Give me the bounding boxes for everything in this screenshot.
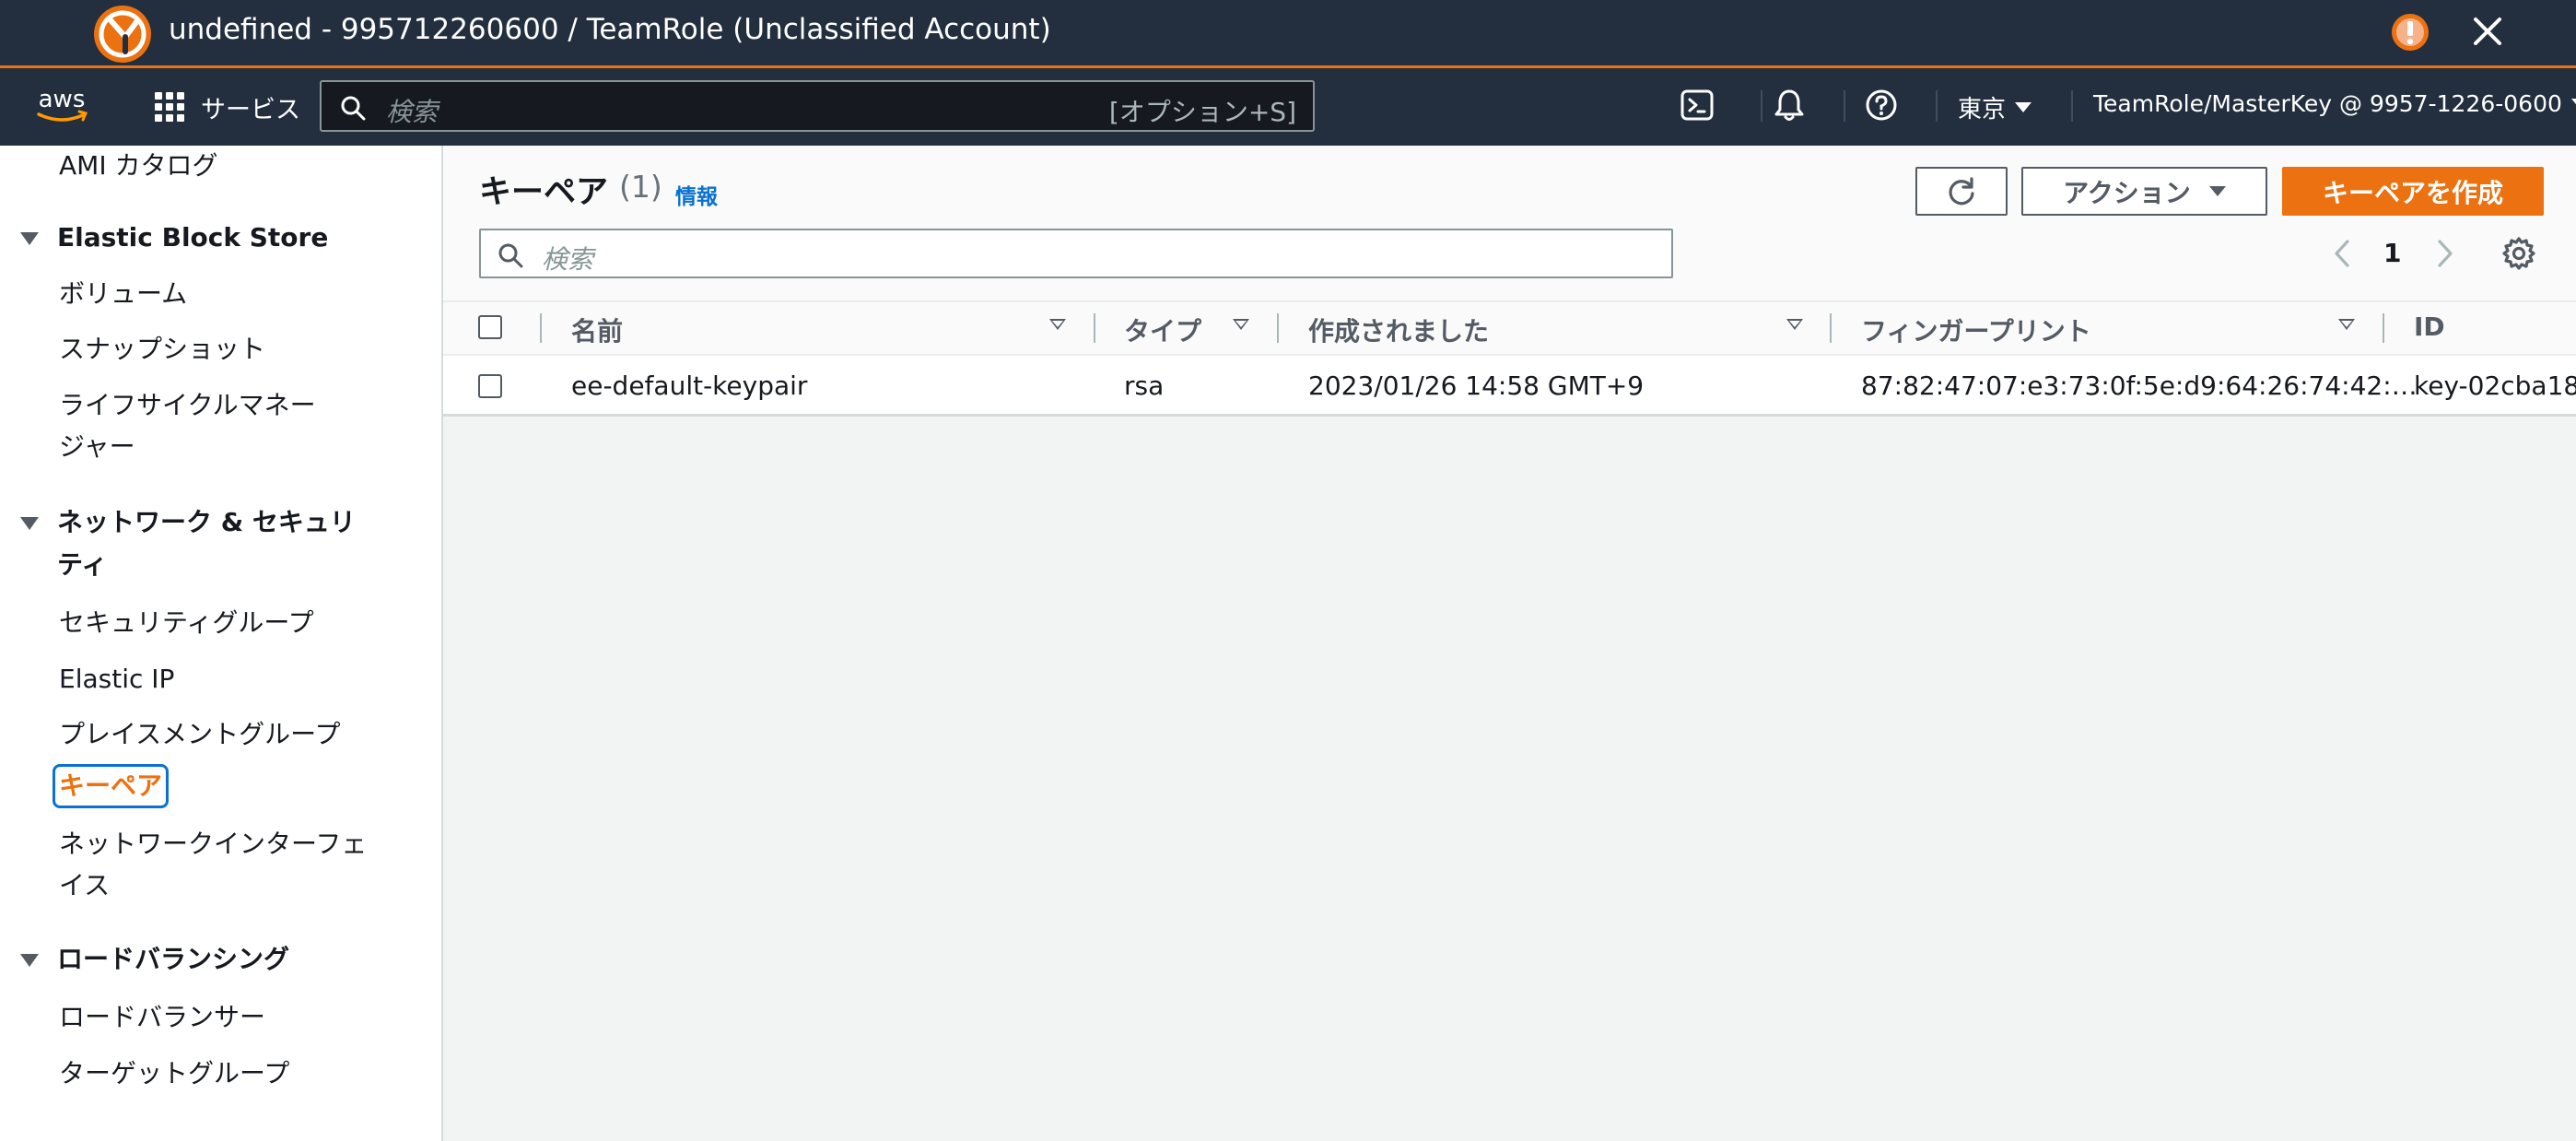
collapse-triangle-icon[interactable]: [20, 954, 39, 967]
sidebar-item-snapshots[interactable]: スナップショット: [59, 329, 265, 370]
cell-id: key-02cba185: [2414, 371, 2576, 401]
account-label: TeamRole/MasterKey @ 9957-1226-0600: [2093, 90, 2562, 117]
cell-type: rsa: [1124, 371, 1165, 401]
column-divider[interactable]: [1277, 313, 1279, 343]
cell-fingerprint: 87:82:47:07:e3:73:0f:5e:d9:64:26:74:42:…: [1861, 371, 2418, 401]
refresh-icon: [1949, 176, 1974, 205]
column-divider[interactable]: [1830, 313, 1832, 343]
nav-divider: [1844, 90, 1845, 122]
column-divider: [540, 313, 542, 343]
create-key-pair-button[interactable]: キーペアを作成: [2282, 167, 2544, 216]
chevron-left-icon[interactable]: [2331, 238, 2353, 269]
info-link[interactable]: 情報: [675, 179, 718, 210]
aws-logo[interactable]: aws: [31, 85, 92, 127]
sidebar-item-volumes[interactable]: ボリューム: [59, 274, 187, 314]
column-header-created[interactable]: 作成されました: [1308, 312, 1489, 348]
cloudshell-icon[interactable]: [1679, 87, 1715, 124]
nav-divider: [2071, 90, 2073, 122]
sidebar-item-target-groups[interactable]: ターゲットグループ: [59, 1053, 289, 1094]
sidebar-section-network-security[interactable]: ネットワーク & セキュリ: [57, 502, 356, 543]
filter-placeholder: 検索: [542, 244, 594, 275]
gear-icon[interactable]: [2501, 236, 2536, 271]
sidebar-item-lifecycle-manager-line2[interactable]: ジャー: [59, 427, 135, 467]
app-logo-icon: [94, 6, 151, 63]
services-menu[interactable]: サービス: [155, 87, 300, 127]
sidebar-item-load-balancers[interactable]: ロードバランサー: [59, 997, 265, 1038]
sidebar-item-placement-groups[interactable]: プレイスメントグループ: [59, 714, 340, 755]
item-count: (1): [619, 169, 662, 205]
alert-icon[interactable]: [2391, 13, 2430, 52]
sidebar-item-network-interfaces-line2[interactable]: イス: [59, 865, 110, 906]
search-icon: [498, 243, 523, 268]
create-key-pair-label: キーペアを作成: [2322, 177, 2503, 208]
search-placeholder: 検索: [386, 97, 439, 127]
close-icon[interactable]: [2471, 15, 2504, 48]
page-title: キーペア: [479, 174, 609, 211]
chevron-down-icon: [2015, 102, 2032, 112]
nav-divider: [1936, 90, 1938, 122]
sidebar-section-network-security-line2[interactable]: ティ: [57, 545, 107, 585]
column-header-id[interactable]: ID: [2414, 312, 2445, 342]
sort-icon[interactable]: [1049, 319, 1066, 330]
window-titlebar: undefined - 995712260600 / TeamRole (Unc…: [0, 0, 2576, 68]
sort-icon[interactable]: [1786, 319, 1803, 330]
nav-divider: [1761, 90, 1762, 122]
sidebar-item-lifecycle-manager[interactable]: ライフサイクルマネー: [59, 385, 316, 426]
cell-created: 2023/01/26 14:58 GMT+9: [1308, 371, 1645, 401]
search-icon: [341, 96, 366, 121]
svg-text:aws: aws: [39, 86, 86, 113]
column-divider[interactable]: [2383, 313, 2384, 343]
search-shortcut-hint: [オプション+S]: [1108, 97, 1296, 127]
sidebar-item-network-interfaces[interactable]: ネットワークインターフェ: [59, 824, 367, 865]
sidebar: AMI カタログ Elastic Block Store ボリューム スナップシ…: [0, 146, 443, 1141]
collapse-triangle-icon[interactable]: [20, 232, 39, 245]
key-pair-filter-input[interactable]: 検索: [479, 229, 1673, 278]
cell-name[interactable]: ee-default-keypair: [571, 371, 807, 401]
sidebar-section-load-balancing[interactable]: ロードバランシング: [57, 939, 289, 980]
help-icon[interactable]: [1863, 87, 1900, 124]
chevron-right-icon[interactable]: [2434, 238, 2456, 269]
region-selector[interactable]: 東京: [1958, 90, 2032, 124]
chevron-down-icon: [2570, 99, 2576, 109]
services-label: サービス: [201, 95, 300, 124]
sidebar-item-ami-catalog[interactable]: AMI カタログ: [59, 146, 217, 186]
column-header-type[interactable]: タイプ: [1124, 312, 1201, 348]
bell-icon[interactable]: [1771, 87, 1808, 124]
sort-icon[interactable]: [1233, 319, 1249, 330]
sidebar-section-ebs[interactable]: Elastic Block Store: [57, 218, 328, 258]
aws-navbar: aws サービス 検索 [オプション+S] 東京 TeamRole/Master…: [0, 68, 2576, 146]
global-search-input[interactable]: 検索 [オプション+S]: [320, 80, 1315, 132]
sort-icon[interactable]: [2338, 319, 2355, 330]
table-header-row: [443, 300, 2576, 356]
refresh-button[interactable]: [1915, 167, 2008, 216]
column-header-fingerprint[interactable]: フィンガープリント: [1861, 312, 2091, 348]
grid-icon: [155, 92, 184, 122]
collapse-triangle-icon[interactable]: [20, 517, 39, 530]
account-menu[interactable]: TeamRole/MasterKey @ 9957-1226-0600: [2093, 90, 2576, 117]
actions-dropdown-button[interactable]: アクション: [2021, 167, 2267, 216]
sidebar-item-key-pairs[interactable]: キーペア: [53, 764, 169, 808]
select-all-checkbox[interactable]: [478, 315, 502, 339]
region-label: 東京: [1958, 96, 2007, 124]
window-title: undefined - 995712260600 / TeamRole (Unc…: [169, 13, 1051, 46]
column-header-name[interactable]: 名前: [571, 312, 623, 348]
actions-label: アクション: [2063, 177, 2191, 208]
sidebar-item-security-groups[interactable]: セキュリティグループ: [59, 603, 314, 643]
column-divider[interactable]: [1094, 313, 1095, 343]
sidebar-item-elastic-ip[interactable]: Elastic IP: [59, 659, 174, 700]
caret-down-icon: [2208, 186, 2226, 196]
page-number[interactable]: 1: [2383, 238, 2401, 268]
row-checkbox[interactable]: [478, 374, 502, 398]
